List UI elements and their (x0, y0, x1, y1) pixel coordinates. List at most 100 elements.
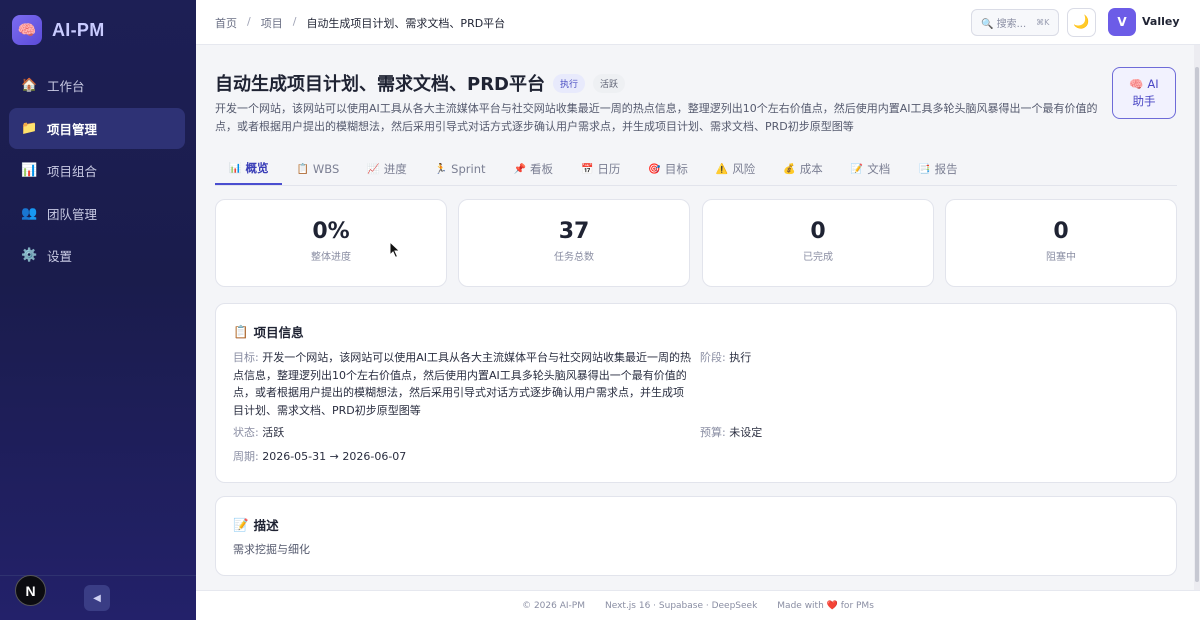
sidebar-item-settings[interactable]: ⚙️ 设置 (9, 235, 185, 276)
budget-label: 预算: (700, 426, 726, 439)
stat-card-blocked: 0 阻塞中 (945, 199, 1177, 287)
sidebar-item-workbench[interactable]: 🏠 工作台 (9, 65, 185, 106)
status-badge: 活跃 (593, 73, 626, 93)
tab-label: 成本 (799, 162, 823, 176)
panel-title: 📋 项目信息 (233, 322, 304, 341)
stat-card-total-tasks: 37 任务总数 (458, 199, 690, 287)
tab-docs[interactable]: 📝 文档 (837, 153, 904, 185)
stat-label: 整体进度 (311, 252, 351, 263)
tab-label: WBS (312, 162, 340, 176)
search-shortcut: ⌘K (1036, 18, 1050, 27)
search-placeholder: 🔍 搜索... (981, 19, 1027, 30)
user-name[interactable]: Valley (1142, 15, 1180, 28)
sidebar-item-label: 团队管理 (47, 206, 98, 222)
breadcrumb-projects[interactable]: 项目 (261, 15, 283, 31)
sidebar-item-projects[interactable]: 📁 项目管理 (9, 107, 185, 149)
phase-field: 阶段: 执行 (700, 349, 751, 367)
goal-value: 开发一个网站，该网站可以使用AI工具从各大主流媒体平台与社交网站收集最近一周的热… (233, 351, 691, 417)
tab-label: 报告 (934, 162, 958, 176)
sidebar-item-label: 设置 (47, 249, 73, 264)
tab-label: 风险 (732, 162, 756, 176)
tab-label: 进度 (383, 162, 407, 176)
ai-button-label-2: 助手 (1132, 94, 1156, 108)
tab-kanban[interactable]: 📌 看板 (500, 153, 567, 185)
money-bag-icon: 💰 (783, 163, 796, 175)
clipboard-icon: 📋 (296, 163, 309, 175)
chevron-left-icon: ◀ (93, 592, 101, 604)
project-title-row: 自动生成项目计划、需求文档、PRD平台 执行 活跃 (215, 70, 626, 96)
tab-progress[interactable]: 📈 进度 (353, 153, 420, 185)
trend-icon: 📈 (367, 163, 380, 175)
tab-reports[interactable]: 📑 报告 (904, 153, 971, 185)
breadcrumb-separator: / (247, 15, 251, 28)
stat-card-completed: 0 已完成 (702, 199, 934, 287)
stat-label: 阻塞中 (1046, 252, 1076, 263)
page-title: 自动生成项目计划、需求文档、PRD平台 (215, 74, 545, 95)
nextjs-dev-icon[interactable]: N (15, 575, 46, 606)
target-icon: 🎯 (648, 163, 661, 175)
phase-badge: 执行 (553, 73, 586, 93)
ai-button-label-1: 🧠 AI (1129, 77, 1159, 91)
budget-field: 预算: 未设定 (700, 424, 762, 442)
theme-toggle-button[interactable]: 🌙 (1067, 8, 1096, 37)
sidebar-item-team[interactable]: 👥 团队管理 (9, 193, 185, 234)
footer-copyright: © 2026 AI-PM (522, 600, 585, 611)
tab-label: 日历 (597, 162, 621, 176)
goal-label: 目标: (233, 351, 259, 364)
tab-cost[interactable]: 💰 成本 (769, 153, 836, 185)
chart-icon: 📊 (229, 162, 242, 174)
people-icon: 👥 (21, 205, 38, 221)
scrollbar-thumb[interactable] (1195, 67, 1199, 582)
tab-overview[interactable]: 📊 概览 (215, 153, 283, 185)
clipboard-icon: 📋 (233, 323, 249, 339)
tab-risks[interactable]: ⚠️ 风险 (702, 153, 769, 185)
pin-icon: 📌 (513, 163, 526, 175)
ai-assistant-button[interactable]: 🧠 AI 助手 (1112, 67, 1176, 119)
phase-label: 阶段: (700, 351, 726, 364)
goal-field: 目标: 开发一个网站，该网站可以使用AI工具从各大主流媒体平台与社交网站收集最近… (233, 349, 693, 419)
folder-icon: 📁 (21, 120, 38, 136)
collapse-sidebar-button[interactable]: ◀ (84, 585, 110, 611)
panel-title-text: 项目信息 (253, 325, 304, 340)
tab-label: 概览 (245, 161, 269, 175)
breadcrumb-home[interactable]: 首页 (215, 15, 237, 31)
panel-title-text: 描述 (253, 518, 279, 533)
search-input[interactable]: 🔍 搜索... ⌘K (971, 9, 1059, 36)
tab-label: 文档 (867, 162, 891, 176)
calendar-icon: 📅 (580, 163, 594, 175)
footer-made-suffix: for PMs (840, 600, 874, 611)
period-field: 周期: 2026-05-31 → 2026-06-07 (233, 448, 406, 466)
sidebar-item-label: 项目管理 (47, 121, 98, 137)
main-content: 自动生成项目计划、需求文档、PRD平台 执行 活跃 开发一个网站，该网站可以使用… (196, 45, 1194, 590)
main-scrollbar[interactable] (1194, 45, 1200, 590)
moon-icon: 🌙 (1073, 15, 1090, 30)
document-icon: 📑 (918, 163, 931, 175)
avatar[interactable]: V (1108, 8, 1136, 36)
sidebar-item-portfolio[interactable]: 📊 项目组合 (9, 150, 185, 191)
topbar: 首页 / 项目 / 自动生成项目计划、需求文档、PRD平台 🔍 搜索... ⌘K… (196, 0, 1200, 45)
stat-label: 任务总数 (554, 252, 594, 263)
tab-goals[interactable]: 🎯 目标 (634, 153, 701, 185)
sidebar-nav: 🏠 工作台 📁 项目管理 📊 项目组合 👥 团队管理 ⚙️ 设置 (9, 65, 185, 278)
tab-label: Sprint (451, 162, 486, 176)
tab-sprint[interactable]: 🏃 Sprint (421, 153, 500, 185)
footer-made-with: Made with ❤️ for PMs (777, 601, 874, 611)
period-label: 周期: (233, 450, 259, 463)
heart-icon: ❤️ (826, 600, 838, 611)
tab-wbs[interactable]: 📋 WBS (282, 153, 353, 185)
footer-stack: Next.js 16 · Supabase · DeepSeek (604, 600, 758, 611)
runner-icon: 🏃 (434, 163, 448, 175)
budget-value: 未设定 (729, 426, 763, 439)
brand[interactable]: 🧠 AI-PM (12, 15, 105, 45)
brand-name: AI-PM (52, 19, 105, 40)
description-panel: 📝 描述 需求挖掘与细化 (215, 496, 1177, 576)
stat-value: 37 (558, 219, 590, 244)
sidebar-item-label: 项目组合 (47, 164, 98, 179)
stat-value: 0 (810, 219, 826, 244)
memo-icon: 📝 (233, 516, 249, 532)
breadcrumb-current: 自动生成项目计划、需求文档、PRD平台 (306, 17, 506, 30)
status-value: 活跃 (262, 426, 285, 439)
tab-calendar[interactable]: 📅 日历 (567, 153, 634, 185)
description-content: 需求挖掘与细化 (233, 543, 310, 556)
panel-title: 📝 描述 (233, 515, 279, 534)
